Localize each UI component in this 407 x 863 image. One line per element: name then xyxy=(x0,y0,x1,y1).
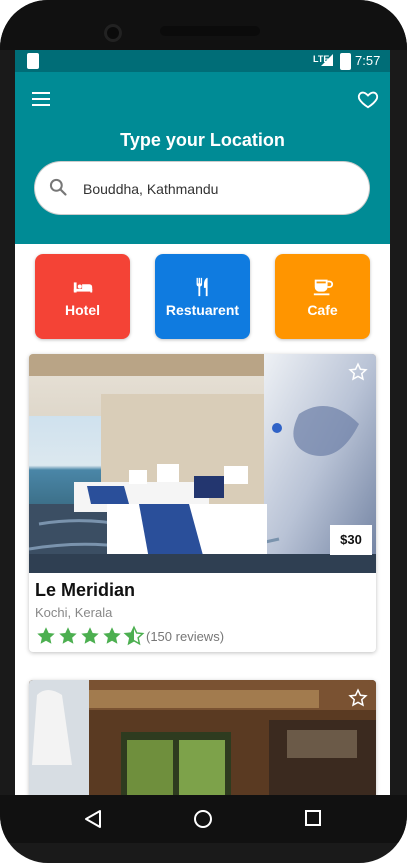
page-title: Type your Location xyxy=(120,130,285,150)
rating: (150 reviews) xyxy=(35,625,224,647)
category-row: Hotel Restuarent Cafe xyxy=(15,244,390,348)
price-tag: $30 xyxy=(330,525,372,555)
sim-icon xyxy=(27,53,39,69)
heart-icon[interactable] xyxy=(357,88,379,110)
listing-card[interactable] xyxy=(29,680,376,795)
star-half-icon xyxy=(123,625,145,646)
listing-card[interactable]: $30 Le Meridian Kochi, Kerala (150 revie… xyxy=(29,354,376,652)
star-outline-icon[interactable] xyxy=(348,688,368,708)
phone-top-bezel xyxy=(0,0,407,50)
back-icon[interactable] xyxy=(84,809,102,829)
category-restaurant-button[interactable]: Restuarent xyxy=(155,254,250,339)
coffee-cup-icon xyxy=(313,279,334,296)
star-outline-icon[interactable] xyxy=(348,362,368,382)
star-filled-icon xyxy=(59,627,77,644)
hotel-photo: $30 xyxy=(29,354,376,573)
category-hotel-button[interactable]: Hotel xyxy=(35,254,130,339)
hotel-location: Kochi, Kerala xyxy=(35,605,113,620)
search-icon xyxy=(49,178,67,196)
bed-icon xyxy=(73,282,93,293)
hotel-name: Le Meridian xyxy=(35,580,136,600)
battery-icon xyxy=(340,53,351,70)
fork-knife-icon xyxy=(196,277,208,297)
home-icon[interactable] xyxy=(193,809,213,829)
star-filled-icon xyxy=(103,627,121,644)
category-cafe-button[interactable]: Cafe xyxy=(275,254,370,339)
category-label: Cafe xyxy=(307,302,338,318)
earpiece-speaker xyxy=(160,26,260,36)
hotel-photo xyxy=(29,680,376,795)
phone-frame: LTE 7:57 Type your Location Bouddha, Kat… xyxy=(0,0,407,863)
system-nav-bar xyxy=(0,795,407,843)
status-bar: LTE 7:57 xyxy=(15,50,390,72)
recents-icon[interactable] xyxy=(305,810,321,826)
star-filled-icon xyxy=(37,627,55,644)
category-label: Restuarent xyxy=(165,302,240,318)
search-input[interactable] xyxy=(81,162,355,216)
app-header: Type your Location xyxy=(15,72,390,244)
signal-icon xyxy=(321,54,333,66)
star-filled-icon xyxy=(81,627,99,644)
menu-icon[interactable] xyxy=(32,92,50,106)
screen: LTE 7:57 Type your Location Bouddha, Kat… xyxy=(15,50,390,795)
front-camera xyxy=(104,24,122,42)
status-time: 7:57 xyxy=(355,53,381,68)
review-count: (150 reviews) xyxy=(146,628,225,644)
category-label: Hotel xyxy=(65,302,100,318)
location-search[interactable] xyxy=(35,162,369,216)
